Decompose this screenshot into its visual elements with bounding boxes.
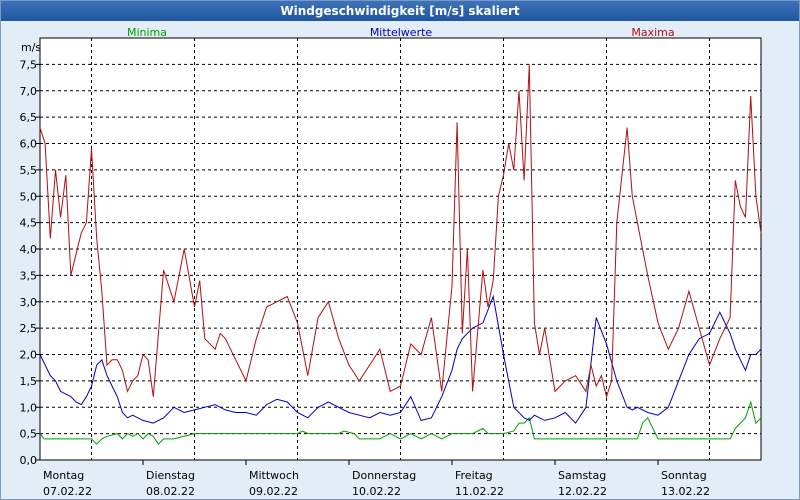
y-tick-label: 6,5 (20, 111, 38, 124)
y-tick-label: 2,0 (20, 349, 38, 362)
y-tick-label: 1,0 (20, 401, 38, 414)
x-tick-date: 07.02.22 (43, 485, 92, 498)
y-tick-label: 5,0 (20, 190, 38, 203)
x-tick-weekday: Samstag (558, 469, 606, 482)
y-tick-label: 7,5 (20, 58, 38, 71)
x-tick-weekday: Montag (43, 469, 84, 482)
x-tick-date: 09.02.22 (249, 485, 298, 498)
chart-window: Windgeschwindigkeit [m/s] skaliert 0,0 0,… (0, 0, 800, 500)
y-axis: 0,0 0,5 1,0 1,5 2,0 2,5 3,0 3,5 4,0 4,5 5,0 5,5 6,0 6… (20, 58, 40, 467)
y-tick-label: 4,5 (20, 217, 38, 230)
y-tick-label: 6,0 (20, 138, 38, 151)
x-tick-date: 08.02.22 (146, 485, 195, 498)
x-tick-weekday: Donnerstag (352, 469, 416, 482)
y-tick-label: 3,5 (20, 269, 38, 282)
legend-maxima: Maxima (631, 26, 674, 39)
y-tick-label: 2,5 (20, 322, 38, 335)
y-tick-label: 0,0 (20, 454, 38, 467)
x-tick-weekday: Freitag (455, 469, 493, 482)
x-tick-weekday: Sonntag (661, 469, 707, 482)
y-tick-label: 1,5 (20, 375, 38, 388)
x-tick-date: 13.02.22 (661, 485, 710, 498)
legend-mittelwerte: Mittelwerte (370, 26, 433, 39)
legend-minima: Minima (127, 26, 167, 39)
y-tick-label: 3,0 (20, 296, 38, 309)
x-tick-date: 11.02.22 (455, 485, 504, 498)
wind-chart: 0,0 0,5 1,0 1,5 2,0 2,5 3,0 3,5 4,0 4,5 5,0 5,5 6,0 6… (20, 26, 762, 498)
y-tick-label: 4,0 (20, 243, 38, 256)
x-tick-weekday: Dienstag (146, 469, 195, 482)
y-tick-label: 7,0 (20, 85, 38, 98)
x-tick-date: 10.02.22 (352, 485, 401, 498)
y-axis-label: m/s (21, 41, 41, 54)
y-tick-label: 5,5 (20, 164, 38, 177)
x-tick-date: 12.02.22 (558, 485, 607, 498)
x-tick-weekday: Mittwoch (249, 469, 299, 482)
x-axis: Montag 07.02.22 Dienstag 08.02.22 Mittwoch 09… (43, 460, 710, 498)
y-tick-label: 0,5 (20, 428, 38, 441)
